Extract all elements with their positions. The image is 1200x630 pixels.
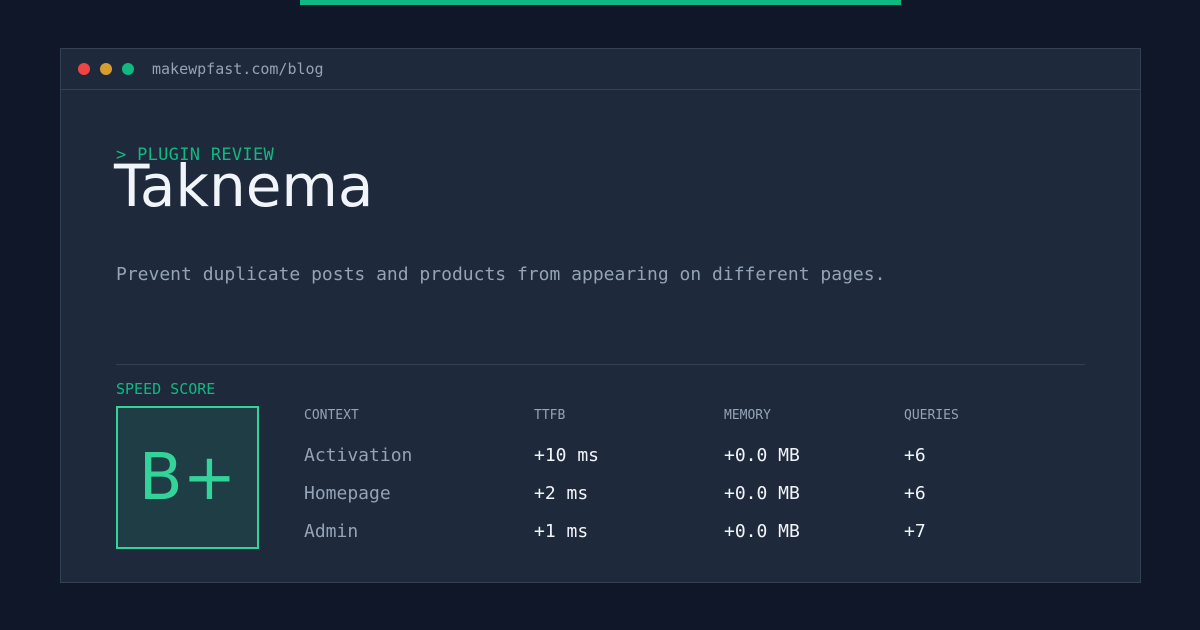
row-activation-memory: +0.0 MB [724, 445, 800, 466]
top-accent-bar [300, 0, 901, 5]
window-titlebar: makewpfast.com/blog [61, 49, 1140, 90]
grade-badge: B+ [116, 406, 259, 549]
row-admin-queries: +7 [904, 521, 926, 542]
url-text: makewpfast.com/blog [152, 60, 324, 78]
section-divider [116, 364, 1085, 365]
header-queries: QUERIES [904, 408, 959, 423]
row-activation-queries: +6 [904, 445, 926, 466]
row-admin-memory: +0.0 MB [724, 521, 800, 542]
row-activation-context: Activation [304, 445, 413, 466]
grade-value: B+ [138, 440, 237, 515]
row-homepage-context: Homepage [304, 483, 391, 504]
header-memory: MEMORY [724, 408, 771, 423]
page-title: Taknema [114, 152, 374, 220]
row-homepage-memory: +0.0 MB [724, 483, 800, 504]
close-dot-icon[interactable] [78, 63, 90, 75]
row-admin-context: Admin [304, 521, 359, 542]
plugin-description: Prevent duplicate posts and products fro… [116, 264, 886, 285]
maximize-dot-icon[interactable] [122, 63, 134, 75]
header-ttfb: TTFB [534, 408, 566, 423]
row-homepage-queries: +6 [904, 483, 926, 504]
minimize-dot-icon[interactable] [100, 63, 112, 75]
header-context: CONTEXT [304, 408, 359, 423]
speed-score-label: SPEED SCORE [116, 380, 216, 398]
row-homepage-ttfb: +2 ms [534, 483, 589, 504]
row-activation-ttfb: +10 ms [534, 445, 600, 466]
row-admin-ttfb: +1 ms [534, 521, 589, 542]
browser-window: makewpfast.com/blog > PLUGIN REVIEW Takn… [60, 48, 1141, 583]
